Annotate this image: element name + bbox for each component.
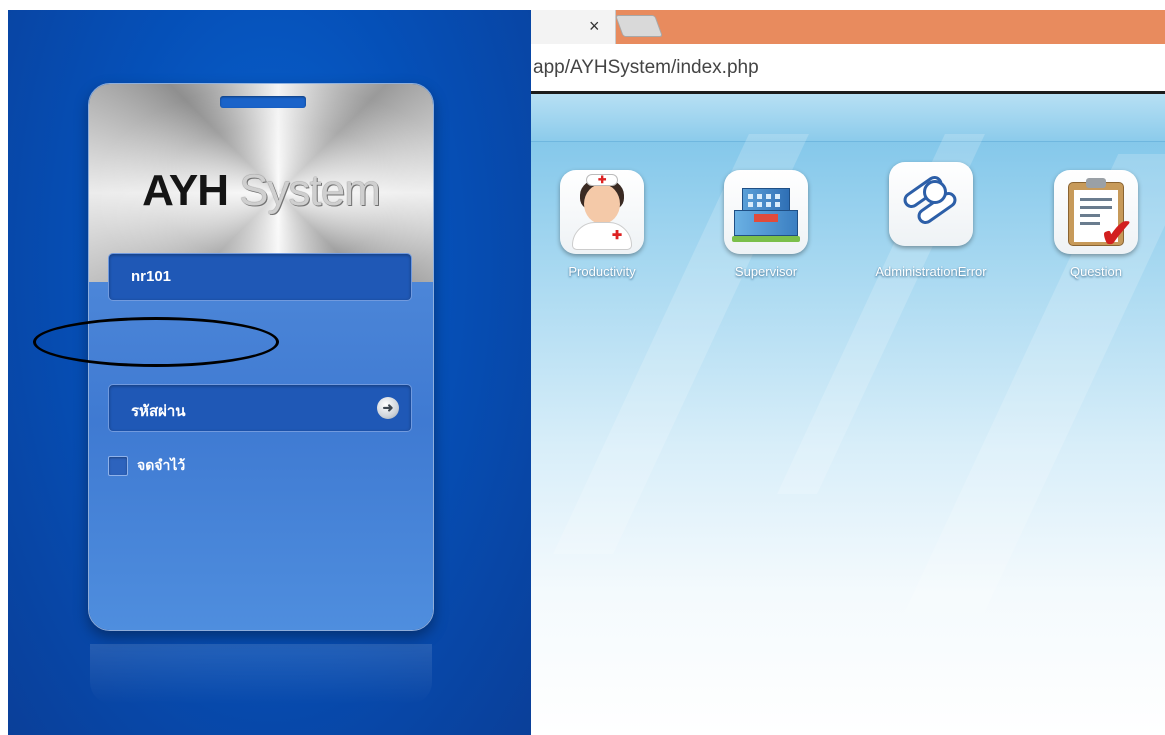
app-tile-productivity[interactable]: ✚ ✚ Productivity [542,170,662,279]
browser-tab[interactable]: × [531,10,616,44]
hospital-building-icon [724,170,808,254]
address-url: app/AYHSystem/index.php [533,57,759,78]
arrow-right-circle-icon[interactable]: ➜ [377,397,399,419]
new-tab-button[interactable] [614,15,664,37]
pills-icon [889,162,973,246]
tab-strip: × [531,10,1165,44]
remember-me-row[interactable]: จดจำไว้ [108,456,185,476]
clipboard-check-icon: ✔ [1054,170,1138,254]
remember-me-label: จดจำไว้ [137,457,186,473]
app-tile-administration-error[interactable]: AdministrationError [871,162,991,279]
card-reflection [90,644,432,704]
remember-me-checkbox[interactable] [108,456,128,476]
app-logo: AYH System [89,166,433,216]
password-placeholder: รหัสผ่าน [131,403,186,420]
browser-window: × app/AYHSystem/index.php ✚ ✚ Productivi… [531,10,1165,735]
screenshot-composite: AYH System nr101 รหัสผ่าน ➜ จดจำไว้ × ap… [0,0,1165,735]
web-page: ✚ ✚ Productivity Supervisor Administrati… [531,94,1165,735]
close-icon[interactable]: × [589,16,600,37]
username-value: nr101 [131,268,172,285]
card-slot [220,96,306,108]
app-label-administration-error: AdministrationError [875,264,987,279]
password-field[interactable]: รหัสผ่าน ➜ [108,384,412,432]
annotation-ellipse [33,317,279,367]
app-label-supervisor: Supervisor [734,264,798,279]
app-label-productivity: Productivity [568,264,636,279]
username-field[interactable]: nr101 [108,253,412,301]
logo-light-text: System [227,166,381,215]
app-tile-supervisor[interactable]: Supervisor [706,170,826,279]
address-bar[interactable]: app/AYHSystem/index.php [531,44,1165,94]
logo-bold-text: AYH [142,166,229,215]
login-screen: AYH System nr101 รหัสผ่าน ➜ จดจำไว้ [8,10,531,735]
app-label-question: Question [1069,264,1123,279]
app-tile-question[interactable]: ✔ Question [1036,170,1156,279]
page-header-band [531,94,1165,142]
nurse-icon: ✚ ✚ [560,170,644,254]
